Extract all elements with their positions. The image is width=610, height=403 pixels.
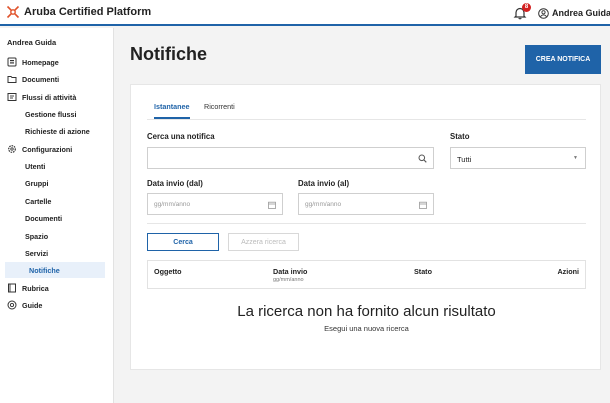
date-to-input[interactable]: gg/mm/anno (298, 193, 434, 215)
sidebar-item-configurazioni[interactable]: Configurazioni (5, 141, 105, 157)
sidebar-item-documenti-config[interactable]: Documenti (5, 210, 105, 226)
sidebar: Andrea Guida Homepage Documenti Flussi d… (0, 28, 114, 403)
status-select-value: Tutti (457, 155, 472, 164)
home-icon (7, 57, 17, 67)
sidebar-item-label: Notifiche (29, 265, 60, 275)
status-label: Stato (450, 132, 470, 141)
sidebar-item-label: Documenti (22, 74, 60, 84)
empty-state-subtitle: Esegui una nuova ricerca (324, 324, 409, 333)
empty-state-title: La ricerca non ha fornito alcun risultat… (237, 303, 496, 320)
sidebar-item-gruppi[interactable]: Gruppi (5, 175, 105, 191)
column-header-azioni: Azioni (557, 267, 579, 276)
sidebar-item-label: Rubrica (22, 283, 49, 293)
notification-badge: 8 (522, 3, 531, 12)
date-to-label: Data invio (al) (298, 179, 350, 188)
search-input[interactable] (147, 147, 434, 169)
sidebar-user-name: Andrea Guida (7, 38, 57, 47)
create-notification-button[interactable]: CREA NOTIFICA (525, 45, 601, 74)
sidebar-item-guide[interactable]: Guide (5, 297, 105, 313)
column-header-oggetto[interactable]: Oggetto (154, 267, 182, 276)
sidebar-item-documenti[interactable]: Documenti (5, 71, 105, 87)
date-from-placeholder: gg/mm/anno (154, 201, 191, 208)
sidebar-item-gestione-flussi[interactable]: Gestione flussi (5, 106, 105, 122)
user-name: Andrea Guida (552, 8, 610, 18)
sidebar-item-servizi[interactable]: Servizi (5, 245, 105, 261)
chevron-down-icon: ▼ (573, 155, 578, 161)
sidebar-item-label: Flussi di attività (22, 92, 77, 102)
search-button[interactable]: Cerca (147, 233, 219, 251)
flow-icon (7, 93, 17, 101)
table-header: Oggetto Data invio gg/mm/anno Stato Azio… (147, 260, 586, 289)
help-icon (7, 300, 17, 310)
column-header-data-invio[interactable]: Data invio (273, 267, 307, 276)
calendar-icon (268, 201, 276, 209)
user-menu[interactable]: Andrea Guida ▼ (538, 6, 610, 20)
date-to-placeholder: gg/mm/anno (305, 201, 342, 208)
sidebar-item-label: Cartelle (25, 196, 52, 206)
sidebar-item-label: Richieste di azione (25, 126, 90, 136)
folder-icon (7, 76, 17, 83)
top-bar: Aruba Certified Platform 8 Andrea Guida … (0, 0, 610, 26)
aruba-logo-icon[interactable] (6, 5, 20, 19)
filters-divider (147, 223, 586, 224)
app-title: Aruba Certified Platform (24, 6, 152, 18)
sidebar-item-utenti[interactable]: Utenti (5, 158, 105, 174)
sidebar-item-label: Configurazioni (22, 144, 73, 154)
sidebar-item-homepage[interactable]: Homepage (5, 54, 105, 70)
column-header-stato[interactable]: Stato (414, 267, 432, 276)
sidebar-item-label: Servizi (25, 248, 49, 258)
sidebar-item-label: Documenti (25, 213, 63, 223)
sidebar-item-spazio[interactable]: Spazio (5, 228, 105, 244)
sidebar-item-richieste-azione[interactable]: Richieste di azione (5, 123, 105, 139)
tab-ricorrenti[interactable]: Ricorrenti (204, 102, 235, 119)
gear-icon (8, 145, 16, 153)
date-from-label: Data invio (dal) (147, 179, 203, 188)
search-icon (418, 154, 427, 163)
sidebar-item-rubrica[interactable]: Rubrica (5, 280, 105, 296)
sidebar-item-label: Guide (22, 300, 43, 310)
sidebar-item-cartelle[interactable]: Cartelle (5, 193, 105, 209)
reset-search-button[interactable]: Azzera ricerca (228, 233, 299, 251)
calendar-icon (419, 201, 427, 209)
date-from-input[interactable]: gg/mm/anno (147, 193, 283, 215)
sidebar-item-label: Gestione flussi (25, 109, 77, 119)
sidebar-item-label: Spazio (25, 231, 49, 241)
sidebar-item-notifiche[interactable]: Notifiche (5, 262, 105, 278)
sidebar-item-label: Utenti (25, 161, 46, 171)
column-header-date-hint: gg/mm/anno (273, 277, 304, 283)
sidebar-item-flussi[interactable]: Flussi di attività (5, 89, 105, 105)
status-select[interactable]: Tutti ▼ (450, 147, 586, 169)
page-title: Notifiche (130, 44, 208, 64)
tab-istantanee[interactable]: Istantanee (154, 102, 190, 119)
book-icon (8, 283, 16, 293)
user-avatar-icon (538, 7, 549, 19)
sidebar-item-label: Homepage (22, 57, 59, 67)
tabs-divider (147, 119, 586, 120)
notifications-card: Istantanee Ricorrenti Cerca una notifica… (130, 84, 601, 370)
sidebar-item-label: Gruppi (25, 178, 49, 188)
search-label: Cerca una notifica (147, 132, 215, 141)
